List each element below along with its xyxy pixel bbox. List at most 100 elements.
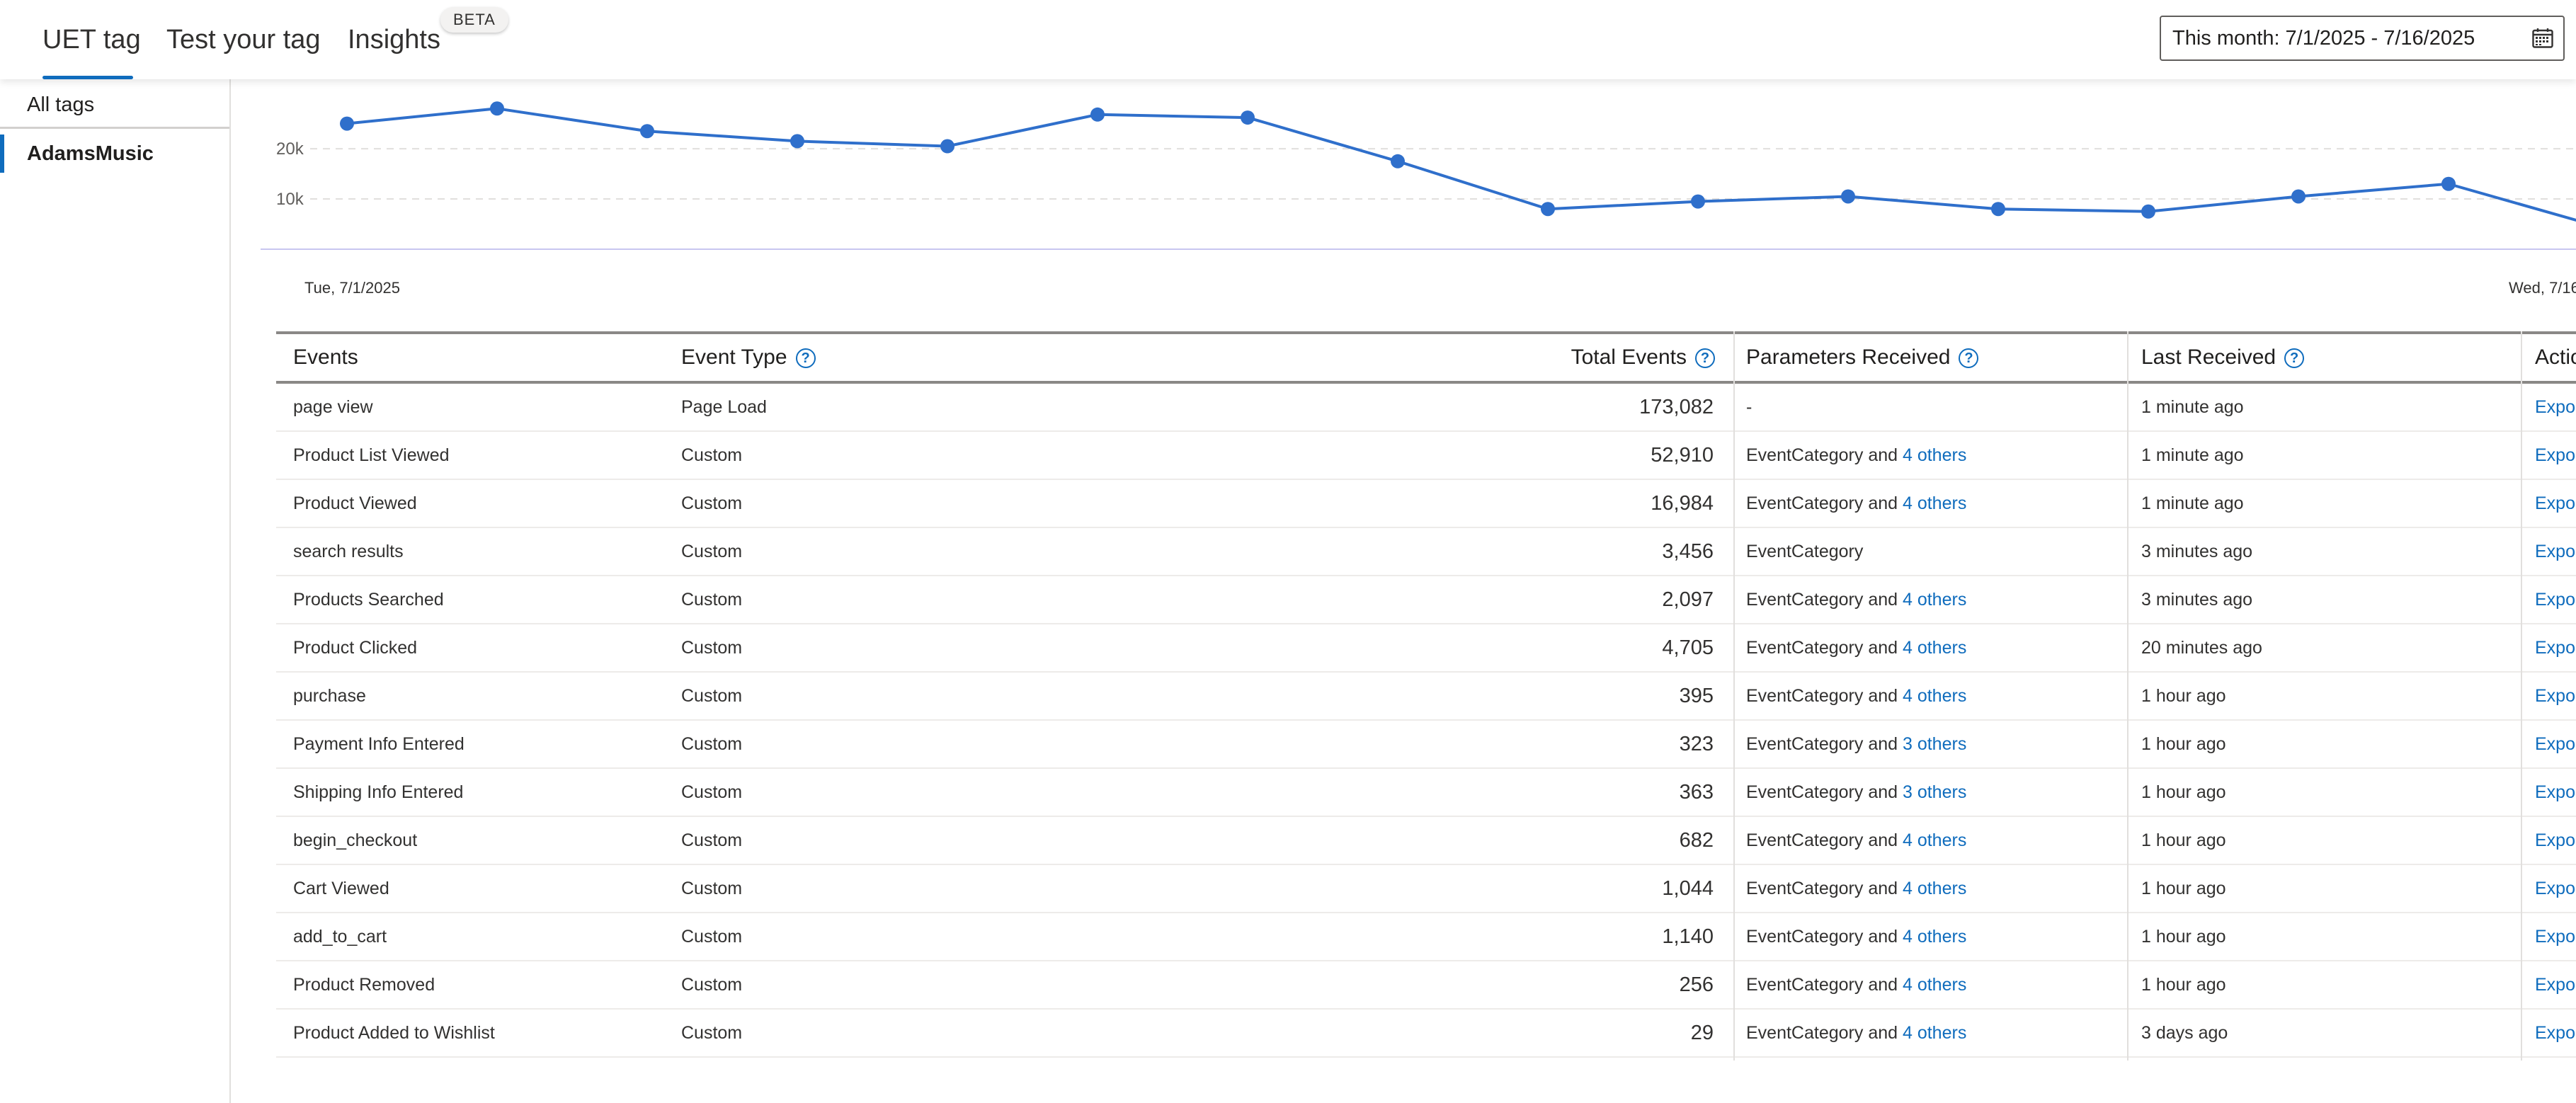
- data-point: [940, 139, 954, 154]
- table-row[interactable]: Cart Viewed Custom 1,044 EventCategory and …: [276, 865, 2576, 913]
- cell-parameters: EventCategory and 4 others: [1746, 480, 1966, 527]
- export-data-link[interactable]: Export data: [2535, 913, 2576, 960]
- export-data-link[interactable]: Export data: [2535, 817, 2576, 864]
- header-parameters-received[interactable]: Parameters Received?: [1746, 334, 1979, 381]
- data-point: [1841, 189, 1855, 204]
- cell-event-type: Custom: [681, 830, 743, 850]
- cell-parameters-text: EventCategory and: [1746, 734, 1898, 754]
- cell-parameters: EventCategory and 4 others: [1746, 817, 1966, 864]
- cell-parameters: EventCategory and 3 others: [1746, 721, 1966, 767]
- export-data-link[interactable]: Export data: [2535, 528, 2576, 575]
- cell-parameters-text: EventCategory and: [1746, 975, 1898, 995]
- cell-last-received: 1 hour ago: [2141, 927, 2226, 947]
- header-events[interactable]: Events: [293, 334, 358, 381]
- cell-last-received: 1 hour ago: [2141, 686, 2226, 706]
- table-row[interactable]: Product Clicked Custom 4,705 EventCategory …: [276, 624, 2576, 673]
- export-data-link[interactable]: Export data: [2535, 1010, 2576, 1056]
- help-circle-icon[interactable]: ?: [1959, 348, 1979, 368]
- cell-parameters: -: [1746, 384, 1752, 430]
- table-row[interactable]: Payment Info Entered Custom 323 EventCatego…: [276, 721, 2576, 769]
- cell-total-events: 52,910: [1651, 444, 1714, 467]
- header-parameters-label: Parameters Received: [1746, 345, 1951, 369]
- export-data-link[interactable]: Export data: [2535, 384, 2576, 430]
- header-action[interactable]: Action?: [2535, 334, 2576, 381]
- parameters-others-link[interactable]: 4 others: [1903, 830, 1966, 850]
- export-data-link[interactable]: Export data: [2535, 673, 2576, 719]
- header-total-events-label: Total Events: [1571, 345, 1687, 369]
- table-row[interactable]: purchase Custom 395 EventCategory and 4 oth…: [276, 673, 2576, 721]
- export-data-link[interactable]: Export data: [2535, 432, 2576, 479]
- table-row[interactable]: Product Viewed Custom 16,984 EventCategory …: [276, 480, 2576, 528]
- calendar-icon[interactable]: [2532, 28, 2553, 48]
- export-data-link[interactable]: Export data: [2535, 769, 2576, 816]
- header-last-received[interactable]: Last Received?: [2141, 334, 2305, 381]
- help-circle-icon[interactable]: ?: [795, 348, 816, 368]
- cell-event-name: add_to_cart: [293, 927, 387, 947]
- cell-total-events: 363: [1679, 781, 1714, 804]
- sidebar-item-adamsmusic[interactable]: AdamsMusic: [0, 130, 229, 177]
- parameters-others-link[interactable]: 4 others: [1903, 1023, 1966, 1043]
- header-event-type[interactable]: Event Type?: [681, 334, 816, 381]
- header-action-label: Action: [2535, 345, 2576, 369]
- cell-parameters-text: EventCategory and: [1746, 590, 1898, 610]
- export-data-link[interactable]: Export data: [2535, 624, 2576, 671]
- uet-tag-page: UET tag Test your tag Insights BETA This…: [0, 0, 2576, 1103]
- cell-parameters-text: EventCategory and: [1746, 686, 1898, 706]
- export-data-link[interactable]: Export data: [2535, 480, 2576, 527]
- cell-event-type: Custom: [681, 975, 743, 995]
- table-row[interactable]: page view Page Load 173,082 - 1 minute ago Ex…: [276, 384, 2576, 432]
- parameters-others-link[interactable]: 3 others: [1903, 734, 1966, 754]
- date-range-picker[interactable]: This month: 7/1/2025 - 7/16/2025: [2160, 16, 2565, 61]
- help-circle-icon[interactable]: ?: [1695, 348, 1715, 368]
- export-data-link[interactable]: Export data: [2535, 961, 2576, 1008]
- table-row[interactable]: Product Removed Custom 256 EventCategory an…: [276, 961, 2576, 1010]
- table-row[interactable]: Shipping Info Entered Custom 363 EventCateg…: [276, 769, 2576, 817]
- parameters-others-link[interactable]: 3 others: [1903, 782, 1966, 802]
- table-row[interactable]: search results Custom 3,456 EventCategory 3 …: [276, 528, 2576, 576]
- export-data-link[interactable]: Export data: [2535, 865, 2576, 912]
- cell-parameters: EventCategory and 4 others: [1746, 624, 1966, 671]
- cell-parameters-text: EventCategory and: [1746, 445, 1898, 465]
- parameters-others-link[interactable]: 4 others: [1903, 686, 1966, 706]
- sidebar-item-all-tags[interactable]: All tags: [0, 89, 229, 129]
- help-circle-icon[interactable]: ?: [2284, 348, 2305, 368]
- cell-last-received: 3 days ago: [2141, 1023, 2228, 1043]
- tab-test-your-tag[interactable]: Test your tag: [166, 23, 321, 79]
- cell-event-type: Custom: [681, 879, 743, 898]
- tab-insights[interactable]: Insights: [348, 23, 440, 79]
- header-total-events[interactable]: Total Events?: [1020, 334, 1723, 381]
- cell-last-received: 1 hour ago: [2141, 975, 2226, 995]
- data-point: [790, 134, 804, 149]
- parameters-others-link[interactable]: 4 others: [1903, 975, 1966, 995]
- parameters-others-link[interactable]: 4 others: [1903, 445, 1966, 465]
- table-row[interactable]: Products Searched Custom 2,097 EventCategor…: [276, 576, 2576, 624]
- cell-last-received: 1 hour ago: [2141, 734, 2226, 754]
- cell-parameters-text: EventCategory and: [1746, 638, 1898, 658]
- cell-parameters-text: EventCategory and: [1746, 782, 1898, 802]
- parameters-others-link[interactable]: 4 others: [1903, 638, 1966, 658]
- header-events-label: Events: [293, 345, 358, 369]
- cell-parameters: EventCategory and 4 others: [1746, 576, 1966, 623]
- cell-parameters-text: EventCategory and: [1746, 927, 1898, 947]
- cell-event-name: Products Searched: [293, 590, 444, 610]
- tab-uet-tag[interactable]: UET tag: [42, 23, 141, 79]
- data-point: [640, 124, 654, 139]
- cell-total-events: 395: [1679, 685, 1714, 707]
- cell-total-events: 173,082: [1639, 396, 1714, 418]
- cell-event-name: Product List Viewed: [293, 445, 450, 465]
- cell-event-type: Custom: [681, 782, 743, 802]
- parameters-others-link[interactable]: 4 others: [1903, 879, 1966, 898]
- table-row[interactable]: Product Added to Wishlist Custom 29 EventCa…: [276, 1010, 2576, 1058]
- parameters-others-link[interactable]: 4 others: [1903, 927, 1966, 947]
- export-data-link[interactable]: Export data: [2535, 576, 2576, 623]
- cell-parameters: EventCategory and 4 others: [1746, 961, 1966, 1008]
- parameters-others-link[interactable]: 4 others: [1903, 493, 1966, 513]
- parameters-others-link[interactable]: 4 others: [1903, 590, 1966, 610]
- export-data-link[interactable]: Export data: [2535, 721, 2576, 767]
- table-row[interactable]: Product List Viewed Custom 52,910 EventCate…: [276, 432, 2576, 480]
- data-point: [1691, 194, 1705, 209]
- table-row[interactable]: add_to_cart Custom 1,140 EventCategory and …: [276, 913, 2576, 961]
- cell-parameters-text: -: [1746, 397, 1753, 417]
- table-row[interactable]: begin_checkout Custom 682 EventCategory and…: [276, 817, 2576, 865]
- tag-sidebar: All tags AdamsMusic: [0, 79, 231, 1103]
